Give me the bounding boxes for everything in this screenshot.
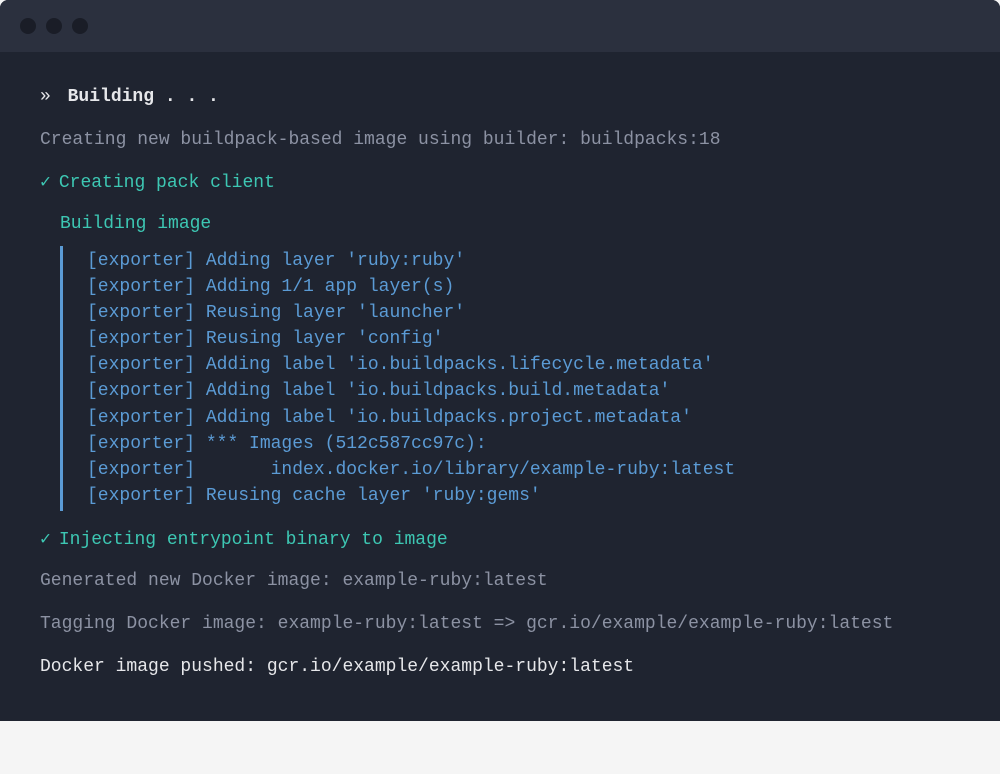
- exporter-line: [exporter] Adding label 'io.buildpacks.p…: [83, 405, 960, 431]
- exporter-line: [exporter] *** Images (512c587cc97c):: [83, 431, 960, 457]
- exporter-line: [exporter] index.docker.io/library/examp…: [83, 457, 960, 483]
- terminal-body: » Building . . . Creating new buildpack-…: [0, 52, 1000, 721]
- traffic-light-close[interactable]: [20, 18, 36, 34]
- generated-image-line: Generated new Docker image: example-ruby…: [40, 568, 960, 595]
- exporter-line: [exporter] Reusing cache layer 'ruby:gem…: [83, 483, 960, 509]
- exporter-line: [exporter] Adding layer 'ruby:ruby': [83, 248, 960, 274]
- step-label: Creating pack client: [59, 173, 275, 193]
- creating-image-line: Creating new buildpack-based image using…: [40, 127, 960, 154]
- exporter-line: [exporter] Adding label 'io.buildpacks.b…: [83, 378, 960, 404]
- exporter-line: [exporter] Reusing layer 'config': [83, 326, 960, 352]
- exporter-line: [exporter] Reusing layer 'launcher': [83, 300, 960, 326]
- traffic-light-minimize[interactable]: [46, 18, 62, 34]
- exporter-line: [exporter] Adding label 'io.buildpacks.l…: [83, 352, 960, 378]
- header-arrow: »: [40, 87, 51, 107]
- exporter-line: [exporter] Adding 1/1 app layer(s): [83, 274, 960, 300]
- title-bar: [0, 0, 1000, 52]
- terminal-window: » Building . . . Creating new buildpack-…: [0, 0, 1000, 721]
- check-icon: ✓: [40, 530, 51, 550]
- step-label: Injecting entrypoint binary to image: [59, 530, 448, 550]
- step-injecting-entrypoint: ✓ Injecting entrypoint binary to image: [40, 527, 960, 554]
- exporter-output-block: [exporter] Adding layer 'ruby:ruby' [exp…: [60, 246, 960, 511]
- check-icon: ✓: [40, 173, 51, 193]
- building-image-label: Building image: [40, 211, 960, 238]
- pushed-image-line: Docker image pushed: gcr.io/example/exam…: [40, 654, 960, 681]
- build-header: » Building . . .: [40, 84, 960, 111]
- tagging-image-line: Tagging Docker image: example-ruby:lates…: [40, 611, 960, 638]
- step-creating-pack-client: ✓ Creating pack client: [40, 170, 960, 197]
- traffic-light-maximize[interactable]: [72, 18, 88, 34]
- header-text: Building . . .: [68, 87, 219, 107]
